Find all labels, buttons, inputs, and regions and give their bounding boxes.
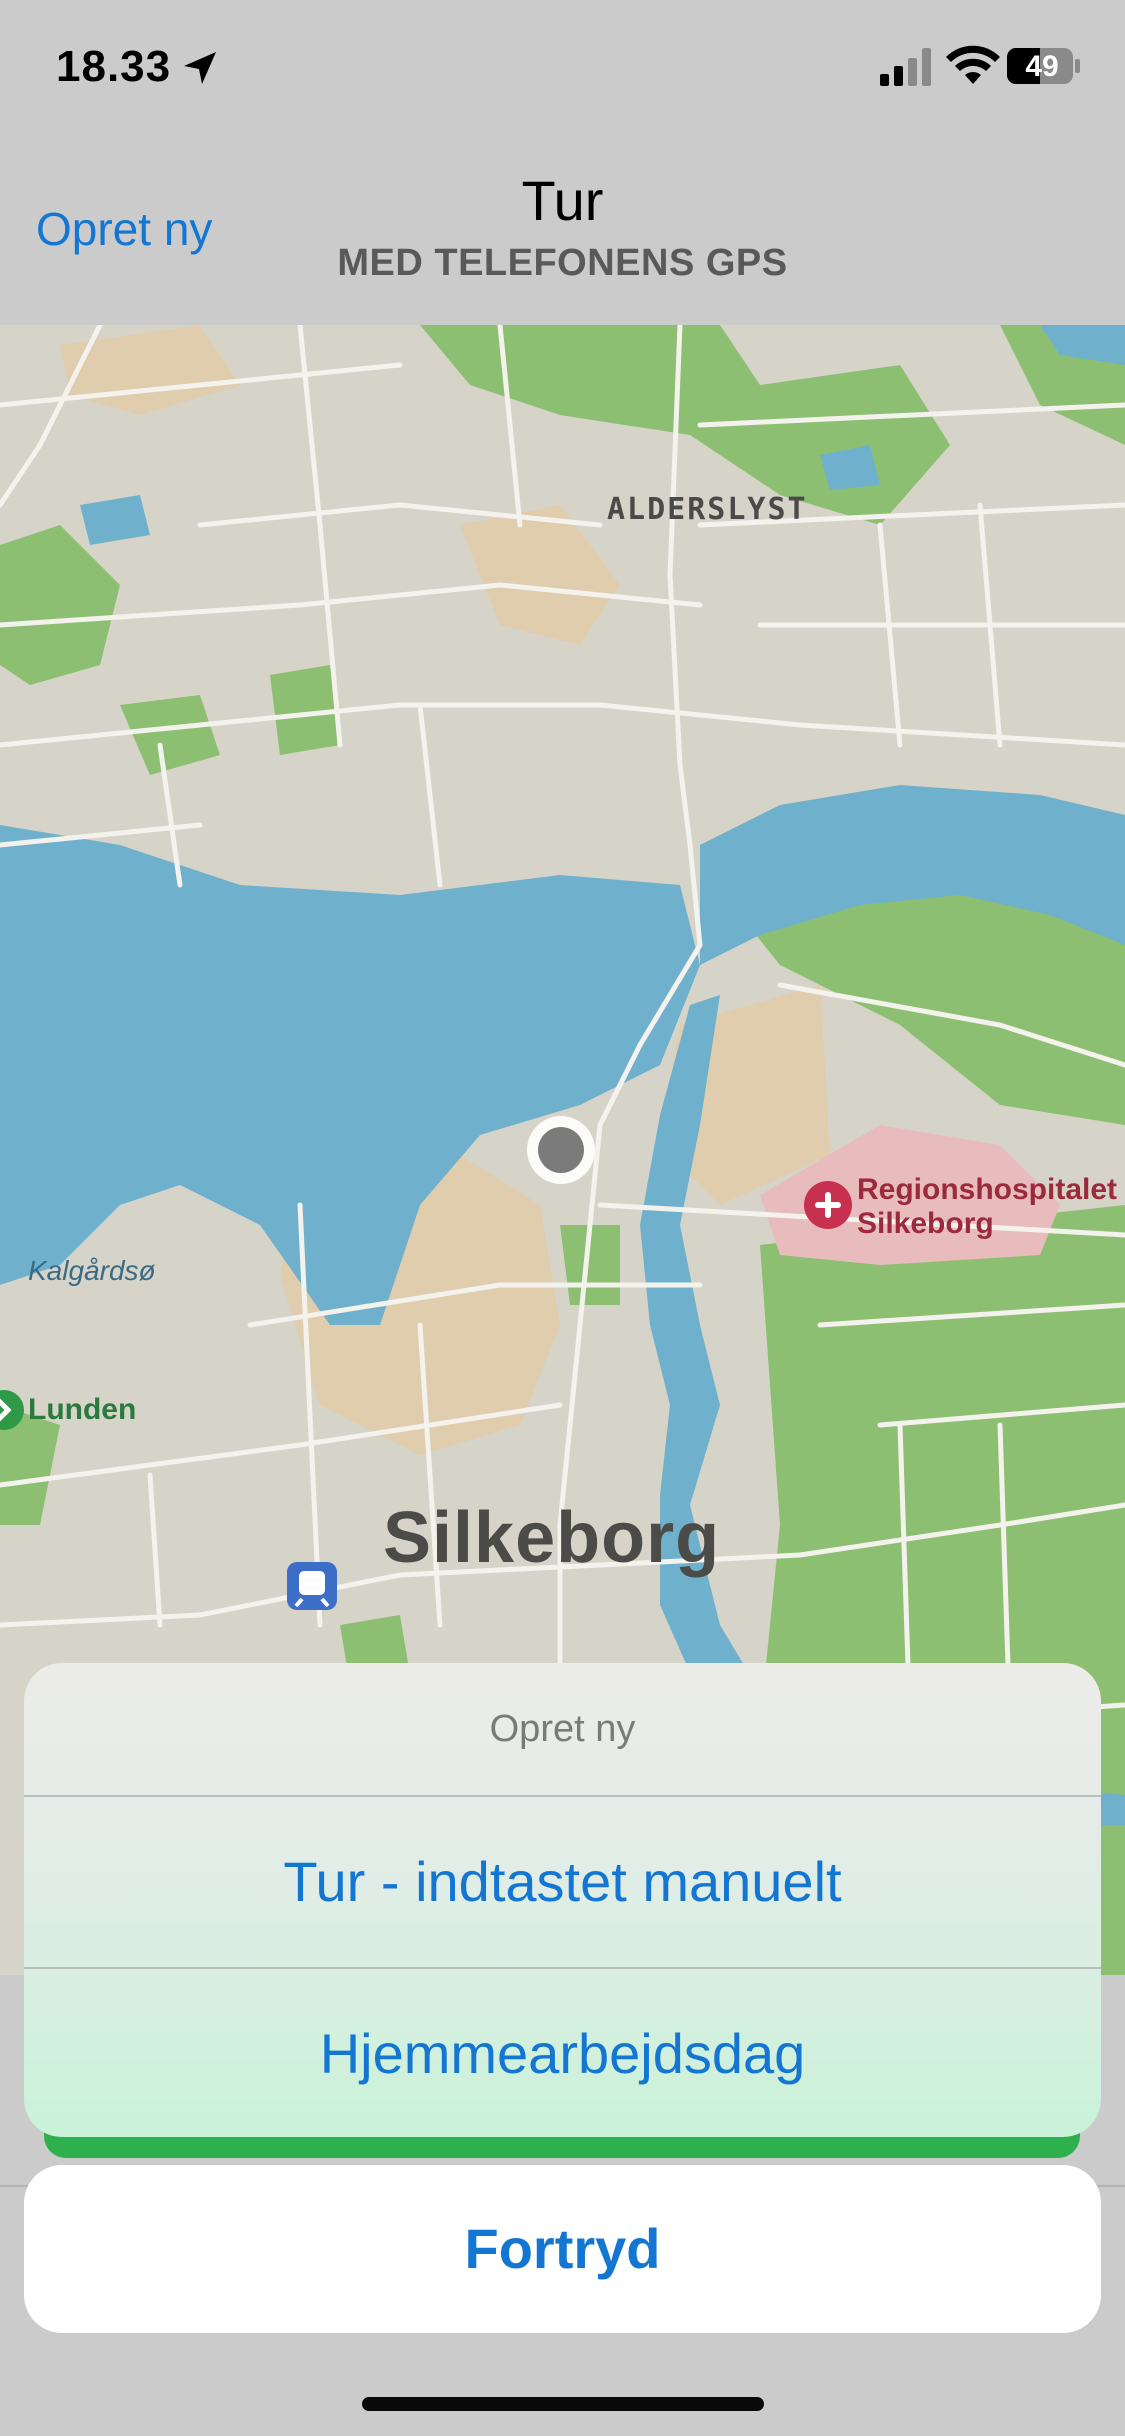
battery-level: 49	[1025, 50, 1059, 83]
action-sheet: Opret ny Tur - indtastet manuelt Hjemmea…	[24, 1663, 1101, 2137]
status-time: 18.33	[56, 42, 172, 91]
wifi-icon	[946, 45, 1000, 84]
page-title: Tur	[521, 169, 604, 232]
map-label-hospital-line2: Silkeborg	[857, 1207, 994, 1240]
page-subtitle: MED TELEFONENS GPS	[337, 242, 788, 284]
cancel-button[interactable]: Fortryd	[24, 2165, 1101, 2333]
navigation-bar: Opret ny Tur MED TELEFONENS GPS	[0, 130, 1125, 325]
action-sheet-title: Opret ny	[489, 1708, 636, 1750]
option-home-workday[interactable]: Hjemmearbejdsdag	[24, 1969, 1101, 2137]
map-label-lunden: Lunden	[28, 1393, 137, 1426]
location-arrow-icon	[184, 52, 216, 84]
status-bar: 18.33 49	[0, 0, 1125, 130]
map-label-alderslyst: ALDERSLYST	[607, 492, 808, 527]
option-manual-trip[interactable]: Tur - indtastet manuelt	[24, 1797, 1101, 1967]
current-location-dot	[538, 1127, 584, 1173]
map-label-hospital-line1: Regionshospitalet	[857, 1173, 1118, 1206]
home-indicator[interactable]	[362, 2397, 764, 2411]
map-label-city: Silkeborg	[383, 1498, 721, 1578]
map-label-kalgaardsoe: Kalgårdsø	[28, 1255, 156, 1286]
signal-icon	[880, 48, 931, 86]
